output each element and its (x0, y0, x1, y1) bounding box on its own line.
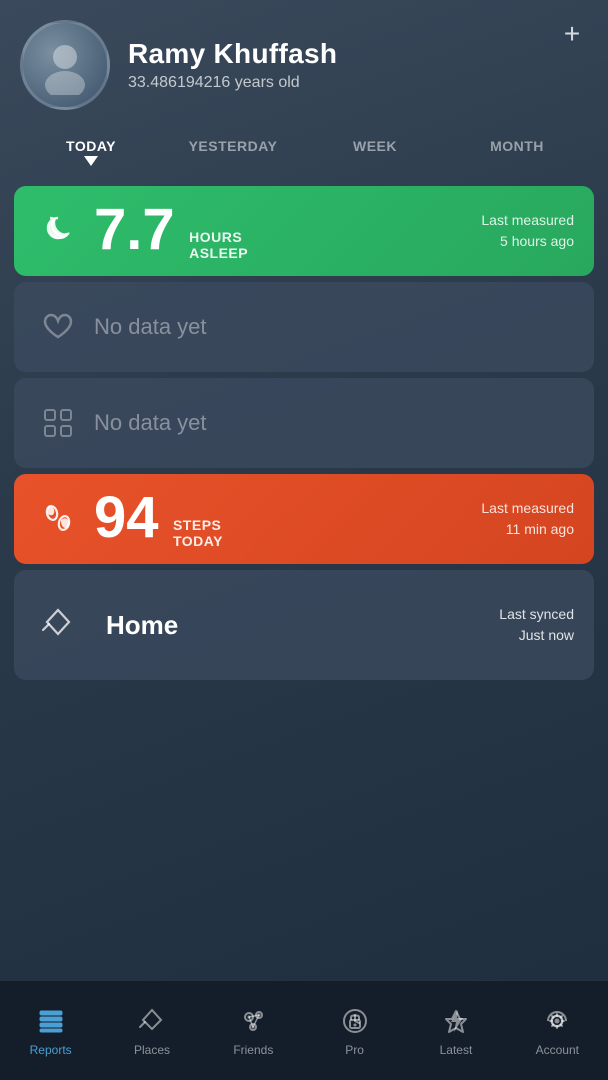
avatar (20, 20, 110, 110)
nav-pro-label: Pro (345, 1043, 364, 1057)
location-data: Home (94, 610, 499, 641)
user-age: 33.486194216 years old (128, 74, 588, 92)
steps-icon (34, 495, 82, 543)
sleep-timestamp: Last measured 5 hours ago (481, 210, 574, 252)
nav-reports[interactable]: Reports (0, 997, 101, 1065)
nav-account-label: Account (536, 1043, 579, 1057)
nav-places[interactable]: Places (101, 997, 202, 1065)
moon-icon (34, 207, 82, 255)
sleep-labels: HOURS ASLEEP (189, 229, 248, 261)
cards-container: 7.7 HOURS ASLEEP Last measured 5 hours a… (0, 174, 608, 980)
time-tabs: TODAY YESTERDAY WEEK MONTH (0, 120, 608, 174)
latest-icon (440, 1005, 472, 1037)
sleep-value: 7.7 (94, 197, 175, 262)
sleep-card[interactable]: 7.7 HOURS ASLEEP Last measured 5 hours a… (14, 186, 594, 276)
tab-yesterday[interactable]: YESTERDAY (162, 130, 304, 174)
user-name: Ramy Khuffash (128, 38, 588, 70)
activity-card[interactable]: No data yet (14, 378, 594, 468)
user-info: Ramy Khuffash 33.486194216 years old (128, 38, 588, 92)
account-icon (541, 1005, 573, 1037)
friends-icon (237, 1005, 269, 1037)
steps-data: 94 STEPS TODAY (94, 489, 473, 549)
bottom-nav: Reports Places (0, 980, 608, 1080)
nav-friends-label: Friends (233, 1043, 273, 1057)
places-icon (136, 1005, 168, 1037)
heart-data: No data yet (94, 314, 574, 340)
activity-data: No data yet (94, 410, 574, 436)
steps-card[interactable]: 94 STEPS TODAY Last measured 11 min ago (14, 474, 594, 564)
steps-timestamp: Last measured 11 min ago (481, 498, 574, 540)
nav-pro[interactable]: Pro (304, 997, 405, 1065)
location-icon (34, 601, 82, 649)
tab-week[interactable]: WEEK (304, 130, 446, 174)
location-timestamp: Last synced Just now (499, 604, 574, 646)
nav-latest[interactable]: Latest (405, 997, 506, 1065)
nav-places-label: Places (134, 1043, 170, 1057)
reports-icon (35, 1005, 67, 1037)
location-card[interactable]: Home Last synced Just now (14, 570, 594, 680)
nav-reports-label: Reports (30, 1043, 72, 1057)
steps-value: 94 (94, 485, 159, 550)
grid-icon (34, 399, 82, 447)
location-label: Home (106, 610, 178, 640)
pro-icon (339, 1005, 371, 1037)
avatar-figure (23, 23, 107, 107)
nav-friends[interactable]: Friends (203, 997, 304, 1065)
nav-latest-label: Latest (440, 1043, 473, 1057)
heart-icon (34, 303, 82, 351)
steps-labels: STEPS TODAY (173, 517, 223, 549)
arrow-down-icon (84, 156, 98, 166)
tab-month[interactable]: MONTH (446, 130, 588, 174)
sleep-data: 7.7 HOURS ASLEEP (94, 201, 473, 261)
tab-active-indicator (24, 156, 158, 166)
heart-card[interactable]: No data yet (14, 282, 594, 372)
app-container: Ramy Khuffash 33.486194216 years old + T… (0, 0, 608, 1080)
tab-today[interactable]: TODAY (20, 130, 162, 174)
plus-icon: + (564, 20, 580, 48)
add-button[interactable]: + (556, 18, 588, 50)
header: Ramy Khuffash 33.486194216 years old + (0, 0, 608, 120)
nav-account[interactable]: Account (507, 997, 608, 1065)
